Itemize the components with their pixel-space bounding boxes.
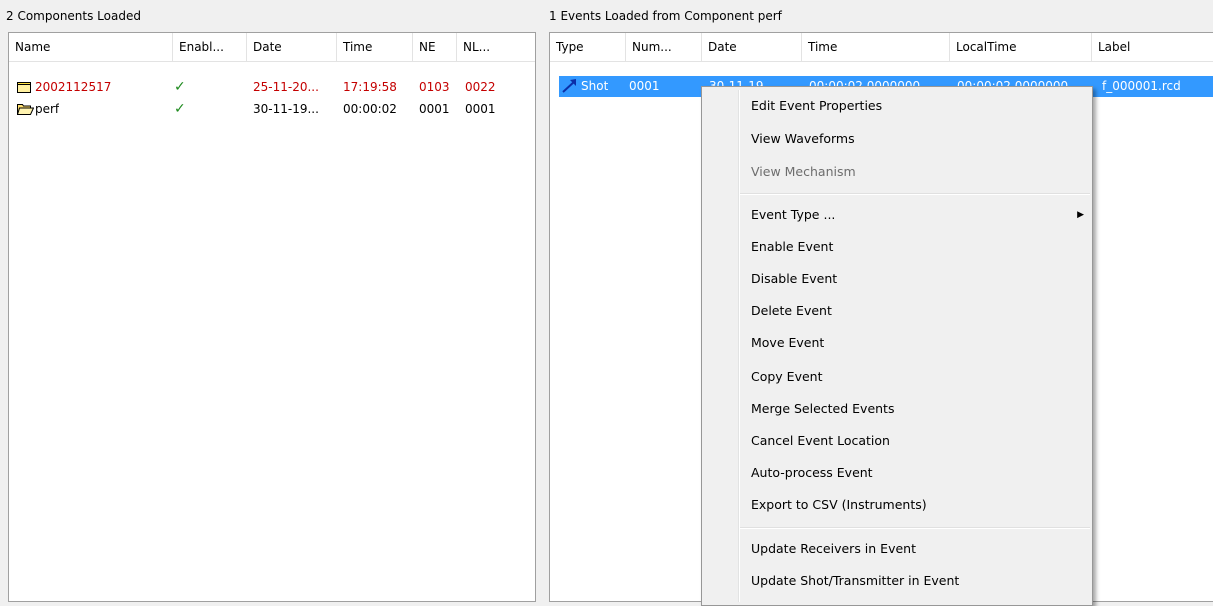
column-header-label[interactable]: Label (1092, 33, 1213, 61)
menu-item-delete-event[interactable]: Delete Event (751, 300, 832, 322)
column-header-time[interactable]: Time (337, 33, 413, 61)
component-row[interactable]: perf ✓ 30-11-19... 00:00:02 0001 0001 (9, 99, 535, 120)
column-header-type[interactable]: Type (550, 33, 626, 61)
column-header-name[interactable]: Name (9, 33, 173, 61)
components-list[interactable]: Name Enabl... Date Time NE NL... 2002112… (8, 32, 536, 602)
event-label: f_000001.rcd (1102, 79, 1181, 93)
menu-item-copy-event[interactable]: Copy Event (751, 366, 823, 388)
component-name: 2002112517 (35, 80, 112, 94)
menu-item-move-event[interactable]: Move Event (751, 332, 824, 354)
open-folder-icon (17, 99, 35, 120)
event-context-menu: Edit Event Properties View Waveforms Vie… (701, 86, 1093, 606)
menu-item-disable-event[interactable]: Disable Event (751, 268, 837, 290)
column-header-ne[interactable]: NE (413, 33, 457, 61)
component-time: 17:19:58 (343, 80, 397, 94)
component-row[interactable]: 2002112517 ✓ 25-11-20... 17:19:58 0103 0… (9, 77, 535, 98)
enabled-check-icon: ✓ (174, 101, 186, 117)
menu-item-update-receivers[interactable]: Update Receivers in Event (751, 538, 916, 560)
component-nl: 0022 (465, 80, 496, 94)
menu-separator (740, 527, 1090, 529)
closed-folder-icon (17, 77, 33, 98)
component-nl: 0001 (465, 102, 496, 116)
events-loaded-caption: 1 Events Loaded from Component perf (549, 9, 782, 23)
components-loaded-caption: 2 Components Loaded (6, 9, 141, 23)
column-header-time[interactable]: Time (802, 33, 950, 61)
event-type: Shot (581, 79, 609, 93)
submenu-arrow-icon: ▶ (1077, 210, 1084, 220)
enabled-check-icon: ✓ (174, 79, 186, 95)
menu-item-cancel-event-location[interactable]: Cancel Event Location (751, 430, 890, 452)
events-list-header: Type Num... Date Time LocalTime Label (550, 33, 1213, 62)
components-list-header: Name Enabl... Date Time NE NL... (9, 33, 535, 62)
menu-item-event-type-label: Event Type ... (751, 207, 836, 222)
shot-arrow-icon (561, 76, 581, 97)
component-name: perf (35, 102, 60, 116)
column-header-number[interactable]: Num... (626, 33, 702, 61)
column-header-date[interactable]: Date (247, 33, 337, 61)
component-time: 00:00:02 (343, 102, 397, 116)
menu-separator (740, 193, 1090, 195)
menu-item-update-shot-transmitter[interactable]: Update Shot/Transmitter in Event (751, 570, 959, 592)
menu-item-enable-event[interactable]: Enable Event (751, 236, 833, 258)
component-ne: 0001 (419, 102, 450, 116)
component-ne: 0103 (419, 80, 450, 94)
menu-item-edit-event-properties[interactable]: Edit Event Properties (751, 95, 882, 117)
menu-item-auto-process-event[interactable]: Auto-process Event (751, 462, 873, 484)
column-header-date[interactable]: Date (702, 33, 802, 61)
menu-item-view-mechanism[interactable]: View Mechanism (751, 161, 856, 183)
event-number: 0001 (629, 79, 660, 93)
column-header-localtime[interactable]: LocalTime (950, 33, 1092, 61)
component-date: 25-11-20... (253, 80, 319, 94)
menu-item-merge-selected-events[interactable]: Merge Selected Events (751, 398, 894, 420)
menu-item-export-csv[interactable]: Export to CSV (Instruments) (751, 494, 927, 516)
column-header-enabled[interactable]: Enabl... (173, 33, 247, 61)
column-header-nl[interactable]: NL... (457, 33, 535, 61)
menu-item-view-waveforms[interactable]: View Waveforms (751, 128, 855, 150)
menu-item-event-type[interactable]: Event Type ... ▶ (751, 204, 1092, 226)
component-date: 30-11-19... (253, 102, 319, 116)
